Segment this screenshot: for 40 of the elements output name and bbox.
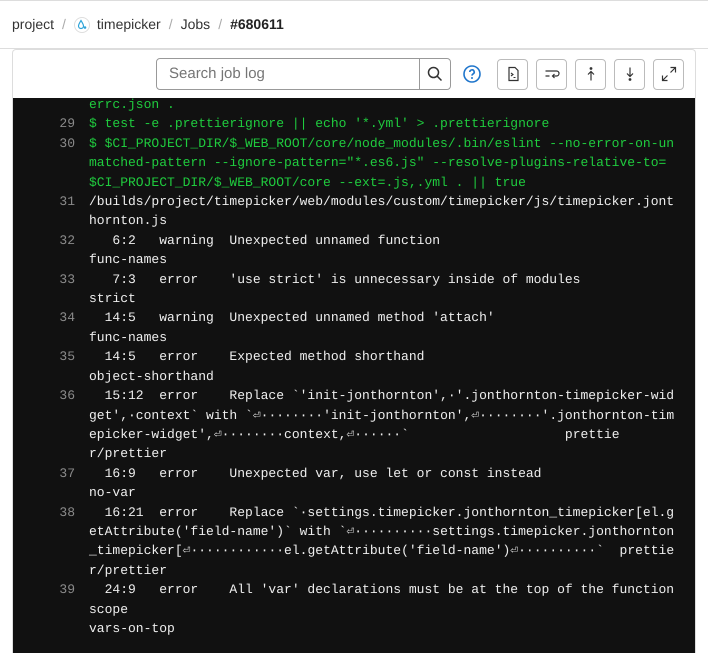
line-number: 35 xyxy=(58,348,75,366)
line-number: 33 xyxy=(58,270,75,289)
search-field[interactable]: Search job log xyxy=(156,58,451,90)
log-line: errc.json . xyxy=(89,98,175,114)
line-number: 31 xyxy=(58,193,75,212)
log-line: 6:2 warning Unexpected unnamed function func-names xyxy=(89,232,440,270)
scroll-to-bottom-button[interactable] xyxy=(614,58,645,90)
line-number: 38 xyxy=(58,504,75,522)
log-line: $ $CI_PROJECT_DIR/$_WEB_ROOT/core/node_modules/.bin/eslint --no-error-on-un matched-pattern --ignore-pattern="*.es6.js" --resolve-plugins-relative-to= $CI_PROJECT_DIR/$_WEB_ROOT/core --ext=.js,.yml . || true xyxy=(89,134,674,192)
log-line: 16:21 error Replace `·settings.timepicker.jonthornton_timepicker[el.g etAttribute('field-name')` with `⏎··········settings.timepicker.jonthornton _timepicker[⏎············el.getAttribute('field-name')⏎··········` prettie r/prettier xyxy=(89,504,674,580)
expand-icon xyxy=(660,66,676,82)
line-number: 29 xyxy=(58,115,75,134)
scroll-to-top-button[interactable] xyxy=(575,58,606,90)
search-button[interactable] xyxy=(419,59,450,89)
line-number: 39 xyxy=(58,581,75,600)
log-line: 7:3 error 'use strict' is unnecessary inside of modules strict xyxy=(89,270,580,308)
line-number: 36 xyxy=(58,387,75,406)
fullscreen-button[interactable] xyxy=(653,58,684,90)
log-line: 16:9 error Unexpected var, use let or const instead no-var xyxy=(89,464,542,502)
log-line: 14:5 error Expected method shorthand object-shorthand xyxy=(89,348,424,386)
log-line: 24:9 error All 'var' declarations must be at the top of the function scope vars-on-top xyxy=(89,581,674,638)
help-icon[interactable] xyxy=(463,65,481,83)
line-number: 32 xyxy=(58,232,75,250)
breadcrumb-link[interactable]: timepicker xyxy=(96,14,161,35)
breadcrumb-link[interactable]: Jobs xyxy=(180,14,210,35)
breadcrumb-link[interactable]: project xyxy=(12,14,54,35)
breadcrumb-separator: / xyxy=(218,15,222,34)
log-line: $ test -e .prettierignore || echo '*.yml' > .prettierignore xyxy=(89,115,550,134)
log-line: /builds/project/timepicker/web/modules/custom/timepicker/js/timepicker.jont hornton.js xyxy=(89,193,674,230)
raw-log-button[interactable] xyxy=(497,58,528,90)
log-line: 15:12 error Replace `'init-jonthornton',·'.jonthornton-timepicker-wid get',·context` with `⏎········'init-jonthornton',⏎········'.jonthornton-tim epicker-widget',⏎········context,⏎······` prettie r/prettier xyxy=(89,387,674,464)
log-line: 14:5 warning Unexpected unnamed method 'attach' func-names xyxy=(89,309,495,347)
line-number: 30 xyxy=(58,134,75,153)
line-number: 37 xyxy=(58,464,75,483)
search-icon xyxy=(427,66,443,82)
breadcrumb-separator: / xyxy=(62,15,66,34)
breadcrumb-separator: / xyxy=(168,15,173,34)
wrap-lines-button[interactable] xyxy=(536,58,567,90)
line-number: 34 xyxy=(58,309,75,328)
breadcrumb-current: #680611 xyxy=(230,15,284,34)
